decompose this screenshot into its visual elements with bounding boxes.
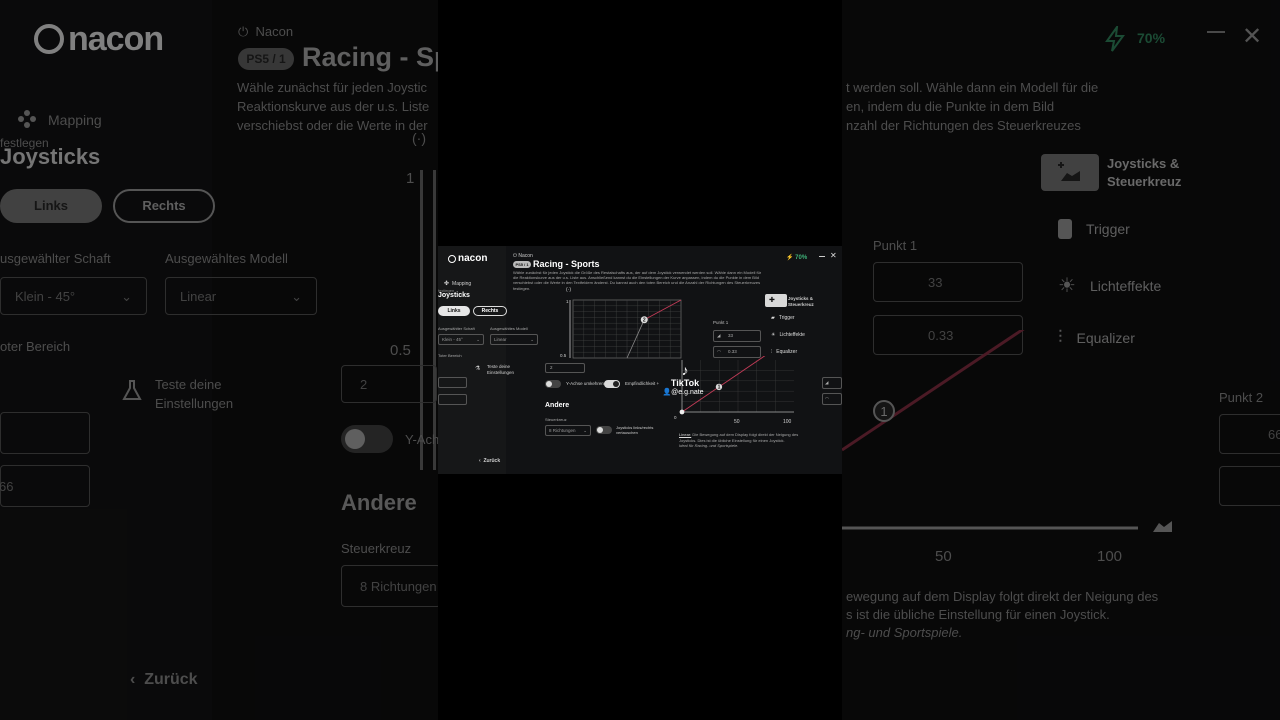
equalizer-icon: ⫶ (771, 349, 773, 355)
platform-badge: PS5 / 1 (513, 261, 531, 268)
field-left-b[interactable] (438, 394, 467, 405)
tiktok-brand: TikTok (670, 378, 700, 388)
gauge-icon: ◠ (825, 396, 829, 401)
stick-tilt-icon: ◢ (717, 333, 721, 338)
shaft-label: Ausgewählter Schaft (438, 326, 475, 331)
battery-bolt-icon: ⚡ (786, 255, 794, 261)
nacon-logo: nacon (448, 253, 487, 264)
field-left-a[interactable] (438, 377, 467, 388)
deadzone-label: Toter Bereich (438, 353, 462, 358)
app-window: nacon ✤ Mapping festlegen Joysticks Links… (438, 246, 842, 474)
point1-x-input[interactable]: ◢ 33 (713, 330, 761, 342)
menu-trigger[interactable]: ▰ Trigger (771, 315, 795, 321)
page-description: Wähle zunächst für jeden Joystick die Gr… (513, 270, 762, 291)
device-name: ⏻ Nacon (513, 253, 533, 259)
tiktok-handle: 👤@e.g.nate (662, 389, 704, 396)
sun-icon: ☀ (771, 332, 776, 338)
joystick-dpad-icon: ✚ (769, 297, 775, 304)
test-settings-item[interactable]: ⚗ Teste deine Einstellungen (475, 362, 514, 392)
curve-point-2-label: 2 (643, 318, 646, 324)
tab-left[interactable]: Links (438, 306, 470, 316)
trigger-icon: ▰ (771, 315, 775, 321)
sensitivity-toggle[interactable] (604, 380, 620, 388)
shaft-dropdown[interactable]: Klein - 45° ⌄ (438, 334, 484, 345)
joysticks-heading: Joysticks (438, 292, 470, 299)
mapping-label: Mapping (452, 280, 472, 287)
tiktok-note-icon: ♪ (681, 362, 689, 378)
tab-right[interactable]: Rechts (473, 306, 507, 316)
model-label: Ausgewähltes Modell (490, 326, 528, 331)
curve-svg[interactable]: 2 (563, 294, 685, 364)
y-axis-icon: (·) (566, 287, 571, 293)
stick-tilt-icon: ◢ (825, 380, 829, 385)
swap-joysticks-toggle[interactable] (596, 426, 612, 434)
swap-joysticks-label: Joysticks links/rechts vertauschen (616, 425, 654, 435)
tiktok-watermark: ♪ TikTok 👤@e.g.nate (662, 362, 706, 396)
model-dropdown[interactable]: Linear ⌄ (490, 334, 538, 345)
y-tick-max: 1 (566, 299, 569, 304)
curve-segment-high (644, 299, 682, 321)
menu-equalizer[interactable]: ⫶ Equalizer (771, 349, 797, 355)
test-label: Teste deine Einstellungen (487, 364, 515, 375)
chevron-down-icon: ⌄ (476, 337, 480, 342)
deadzone-input[interactable]: 2 (545, 363, 585, 373)
close-icon[interactable]: ✕ (830, 251, 837, 260)
back-button[interactable]: ‹ Zurück (479, 458, 500, 464)
point2-y-input[interactable]: ◠ (822, 393, 842, 405)
dpad-label: Steuerkreuz (545, 417, 567, 422)
curve-point-1-label: 1 (718, 385, 721, 391)
response-curve-chart[interactable]: 2 (563, 294, 685, 364)
minimize-icon[interactable] (819, 256, 825, 257)
page-title: Racing - Sports (533, 259, 600, 269)
chevron-down-icon: ⌄ (530, 337, 534, 342)
flask-icon: ⚗ (475, 366, 481, 372)
point1-label: Punkt 1 (713, 320, 729, 325)
battery-indicator: ⚡ 70% (786, 255, 808, 261)
menu-lights[interactable]: ☀ Lichteffekte (771, 332, 805, 338)
x-tick-max: 100 (783, 419, 792, 425)
curve-origin-point[interactable] (679, 409, 685, 415)
x-tick-mid: 50 (734, 419, 740, 425)
sidebar-item-mapping[interactable]: ✤ Mapping (444, 280, 472, 288)
menu-joysticks-dpad[interactable]: Joysticks & Steuerkreuz (788, 296, 828, 307)
point2-x-input[interactable]: ◢ (822, 377, 842, 389)
dpad-dropdown[interactable]: 8 Richtungen ⌄ (545, 425, 591, 436)
andere-heading: Andere (545, 402, 570, 409)
gamepad-icon: ✤ (444, 281, 450, 287)
y-tick-mid: 0.5 (560, 353, 567, 358)
chevron-down-icon: ⌄ (583, 428, 587, 433)
linear-description: Linear: Die Bewegung auf dem Display fol… (679, 432, 799, 448)
invert-y-toggle[interactable] (545, 380, 561, 388)
nacon-logo-icon (448, 254, 456, 263)
invert-y-label: Y-Achse umkehren (566, 381, 604, 386)
sensitivity-label: Empfindlichkeit + (625, 381, 660, 386)
